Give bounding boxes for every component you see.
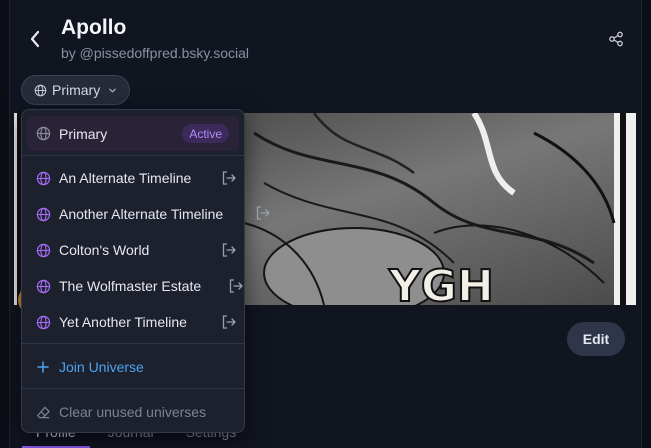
globe-icon [34,84,47,96]
globe-icon [35,242,51,258]
leave-icon[interactable] [221,170,237,186]
clear-unused-label: Clear unused universes [59,404,207,420]
universe-item-label: Primary [59,125,108,142]
share-icon [609,31,623,47]
left-gutter [0,0,10,448]
universe-item-label: Another Alternate Timeline [59,206,224,222]
clear-unused-universes-button[interactable]: Clear unused universes [22,394,244,430]
join-universe-button[interactable]: Join Universe [22,349,244,385]
universe-item-label: Colton's World [59,242,150,258]
universe-item-yet-another-timeline[interactable]: Yet Another Timeline [22,304,244,340]
universe-item-another-alternate-timeline[interactable]: Another Alternate Timeline [22,196,244,232]
edit-profile-button[interactable]: Edit [567,322,625,356]
active-badge: Active [182,124,229,143]
universe-selector[interactable]: Primary [21,75,131,105]
plus-icon [35,359,51,375]
universe-item-coltons-world[interactable]: Colton's World [22,232,244,268]
menu-divider [22,388,244,389]
profile-page: Apollo by @pissedoffpred.bsky.social Pri… [0,0,651,448]
join-universe-label: Join Universe [59,359,144,375]
universe-item-label: An Alternate Timeline [59,170,192,186]
chevron-left-icon [30,30,40,48]
leave-icon[interactable] [255,205,271,221]
page-title: Apollo [61,16,127,39]
author-handle[interactable]: by @pissedoffpred.bsky.social [61,45,249,61]
globe-icon [35,314,51,330]
universe-dropdown-menu: Primary Active An Alternate Timeline Ano… [21,109,245,433]
universe-item-the-wolfmaster-estate[interactable]: The Wolfmaster Estate [22,268,244,304]
leave-icon[interactable] [228,278,244,294]
universe-item-label: Yet Another Timeline [59,314,187,330]
menu-divider [22,155,244,156]
menu-divider [22,343,244,344]
universe-item-an-alternate-timeline[interactable]: An Alternate Timeline [22,160,244,196]
globe-icon [35,278,51,294]
universe-item-primary[interactable]: Primary Active [27,116,239,151]
share-button[interactable] [606,29,626,49]
right-gutter [641,0,651,448]
back-button[interactable] [24,28,46,50]
globe-icon [35,170,51,186]
universe-selector-label: Primary [52,82,101,98]
eraser-icon [35,404,51,420]
leave-icon[interactable] [221,314,237,330]
globe-icon [35,126,51,142]
leave-icon[interactable] [221,242,237,258]
universe-item-label: The Wolfmaster Estate [59,278,202,294]
banner-lettering: YGH [388,261,494,305]
chevron-down-icon [109,88,117,93]
globe-icon [35,206,51,222]
